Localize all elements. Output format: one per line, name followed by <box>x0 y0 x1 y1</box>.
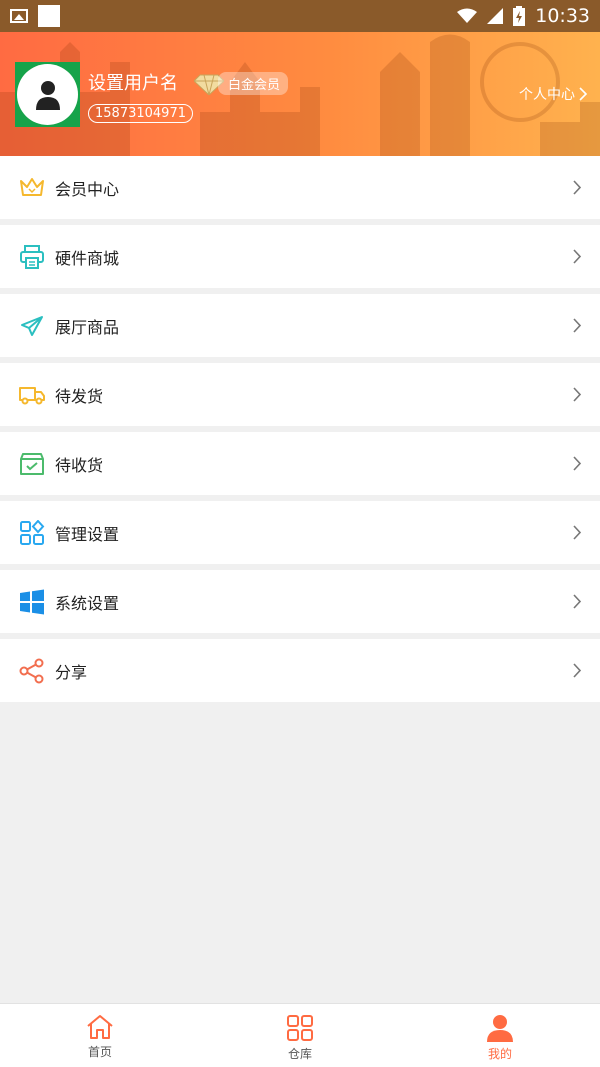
chevron-right-icon <box>573 180 582 195</box>
chevron-right-icon <box>573 525 582 540</box>
printer-icon <box>18 243 46 271</box>
menu-item-label: 系统设置 <box>55 593 120 613</box>
menu-item-showroom-products[interactable]: 展厅商品 <box>0 294 600 357</box>
personal-center-link[interactable]: 个人中心 <box>519 84 588 104</box>
avatar[interactable] <box>15 62 80 127</box>
apps-grid-icon <box>18 519 46 547</box>
chevron-right-icon <box>579 87 588 101</box>
menu-item-label: 展厅商品 <box>55 317 120 337</box>
menu-item-label: 会员中心 <box>55 179 120 199</box>
membership-badge: 白金会员 <box>194 72 289 95</box>
menu-item-system-settings[interactable]: 系统设置 <box>0 570 600 633</box>
status-bar: 10:33 <box>0 0 600 32</box>
wifi-icon <box>457 8 478 23</box>
menu-item-member-center[interactable]: 会员中心 <box>0 156 600 219</box>
username[interactable]: 设置用户名 <box>88 69 178 95</box>
inbox-check-icon <box>18 450 46 478</box>
menu-item-pending-shipment[interactable]: 待发货 <box>0 363 600 426</box>
menu-list: 会员中心 硬件商城 展厅商品 待发货 待收货 管理设置 系统设置 分享 <box>0 156 600 708</box>
image-notification-icon <box>10 9 28 23</box>
chevron-right-icon <box>573 387 582 402</box>
tab-mine[interactable]: 我的 <box>400 1004 600 1067</box>
menu-item-hardware-mall[interactable]: 硬件商城 <box>0 225 600 288</box>
notification-square-icon <box>38 5 60 27</box>
home-icon <box>87 1015 113 1039</box>
user-icon <box>487 1015 513 1042</box>
user-avatar-icon <box>35 80 60 110</box>
crown-icon <box>18 174 46 202</box>
signal-icon <box>487 8 504 24</box>
tab-home[interactable]: 首页 <box>0 1004 200 1067</box>
tab-warehouse[interactable]: 仓库 <box>200 1004 400 1067</box>
tab-label: 我的 <box>487 1047 512 1061</box>
bottom-tab-bar: 首页 仓库 我的 <box>0 1003 600 1067</box>
menu-item-share[interactable]: 分享 <box>0 639 600 702</box>
chevron-right-icon <box>573 456 582 471</box>
membership-label: 白金会员 <box>218 72 289 95</box>
tab-label: 首页 <box>87 1045 112 1059</box>
warehouse-grid-icon <box>287 1015 313 1041</box>
menu-item-label: 待发货 <box>55 386 104 406</box>
menu-item-label: 硬件商城 <box>55 248 120 268</box>
clock: 10:33 <box>535 5 590 27</box>
chevron-right-icon <box>573 318 582 333</box>
menu-item-label: 管理设置 <box>55 524 120 544</box>
menu-item-pending-receipt[interactable]: 待收货 <box>0 432 600 495</box>
menu-item-label: 待收货 <box>55 455 104 475</box>
menu-item-management-settings[interactable]: 管理设置 <box>0 501 600 564</box>
profile-header: 设置用户名 白金会员 15873104971 个人中心 <box>0 32 600 156</box>
phone-number: 15873104971 <box>88 104 193 123</box>
share-icon <box>18 657 46 685</box>
menu-item-label: 分享 <box>55 662 88 682</box>
personal-center-label: 个人中心 <box>519 87 575 103</box>
paper-plane-icon <box>18 312 46 340</box>
chevron-right-icon <box>573 663 582 678</box>
truck-icon <box>18 381 46 409</box>
battery-icon <box>513 6 526 26</box>
tab-label: 仓库 <box>287 1047 312 1061</box>
chevron-right-icon <box>573 249 582 264</box>
chevron-right-icon <box>573 594 582 609</box>
windows-icon <box>18 588 46 616</box>
